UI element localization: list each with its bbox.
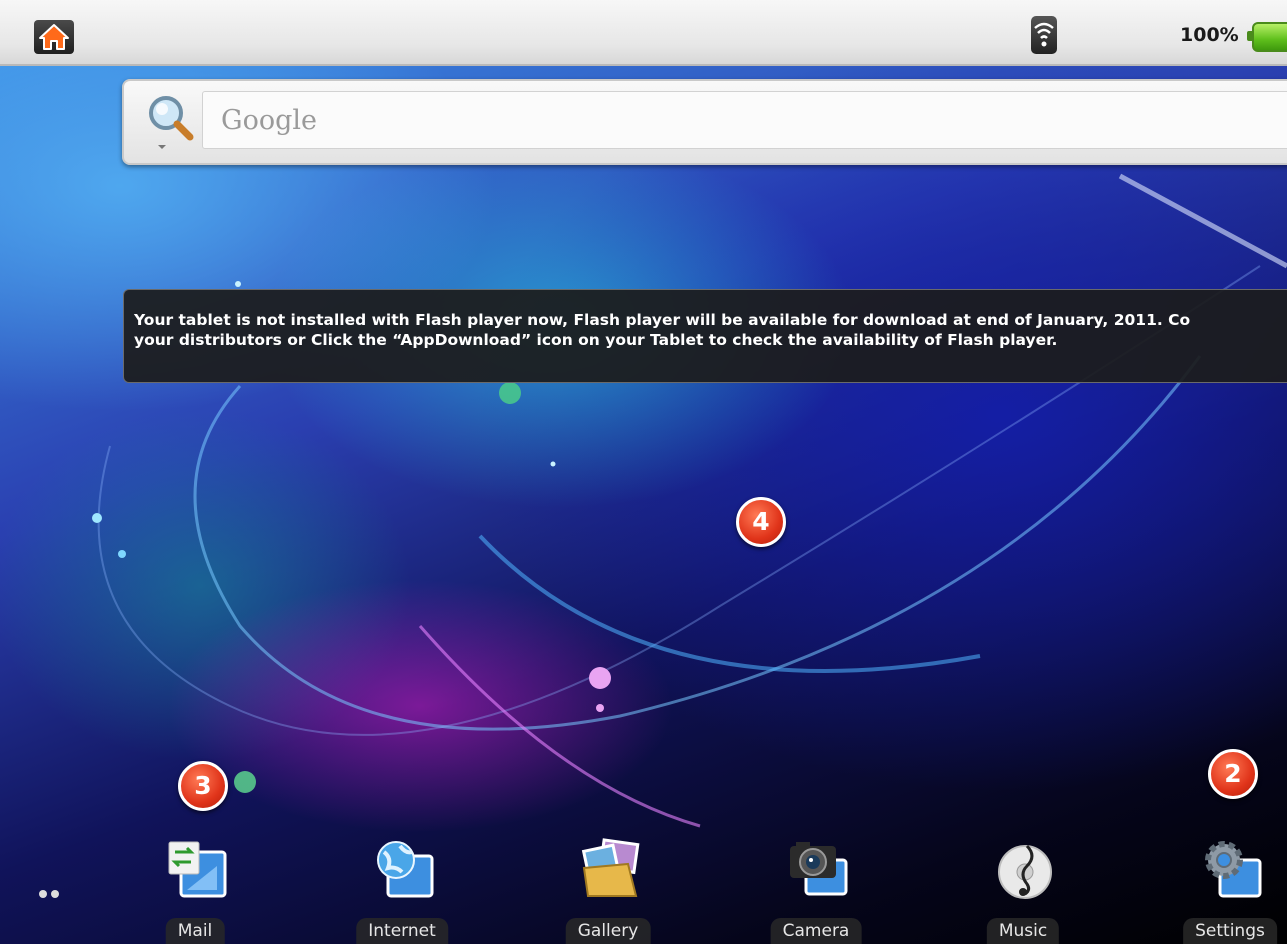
home-icon bbox=[39, 24, 69, 50]
battery-percent: 100% bbox=[1180, 24, 1239, 46]
search-icon[interactable] bbox=[144, 91, 204, 151]
toast-line-1: Your tablet is not installed with Flash … bbox=[134, 311, 1191, 329]
page-indicator-dots[interactable] bbox=[38, 888, 68, 900]
dock-label-gallery: Gallery bbox=[565, 918, 651, 944]
dock-label-mail: Mail bbox=[165, 918, 225, 944]
dock-label-internet: Internet bbox=[356, 918, 448, 944]
dock-app-music[interactable]: Music bbox=[963, 838, 1083, 944]
mail-icon bbox=[168, 841, 227, 898]
dock-app-camera[interactable]: Camera bbox=[756, 838, 876, 944]
dock-label-settings: Settings bbox=[1183, 918, 1277, 944]
callout-badge-3: 3 bbox=[178, 761, 228, 811]
internet-icon bbox=[377, 841, 434, 898]
settings-icon bbox=[1205, 841, 1262, 898]
dock-app-settings[interactable]: Settings bbox=[1170, 838, 1287, 944]
dock-label-music: Music bbox=[986, 918, 1060, 944]
callout-badge-4: 4 bbox=[736, 497, 786, 547]
callout-badge-2: 2 bbox=[1208, 749, 1258, 799]
flash-player-toast: Your tablet is not installed with Flash … bbox=[123, 289, 1287, 383]
home-wallpaper bbox=[0, 66, 1287, 944]
dock-label-camera: Camera bbox=[770, 918, 862, 944]
home-button[interactable] bbox=[34, 20, 74, 54]
gallery-icon bbox=[581, 838, 640, 897]
wifi-icon bbox=[1031, 16, 1057, 54]
dock-app-gallery[interactable]: Gallery bbox=[548, 838, 668, 944]
status-bar: 100% bbox=[0, 0, 1287, 66]
wallpaper-swirls bbox=[92, 173, 1287, 828]
google-search-widget[interactable]: Google bbox=[122, 79, 1287, 165]
toast-line-2: your distributors or Click the “AppDownl… bbox=[134, 331, 1058, 349]
music-icon bbox=[998, 844, 1052, 899]
camera-icon bbox=[790, 842, 848, 896]
search-input[interactable]: Google bbox=[202, 91, 1287, 149]
dock-app-mail[interactable]: Mail bbox=[135, 838, 255, 944]
battery-icon bbox=[1247, 22, 1287, 52]
dock-app-internet[interactable]: Internet bbox=[342, 838, 462, 944]
